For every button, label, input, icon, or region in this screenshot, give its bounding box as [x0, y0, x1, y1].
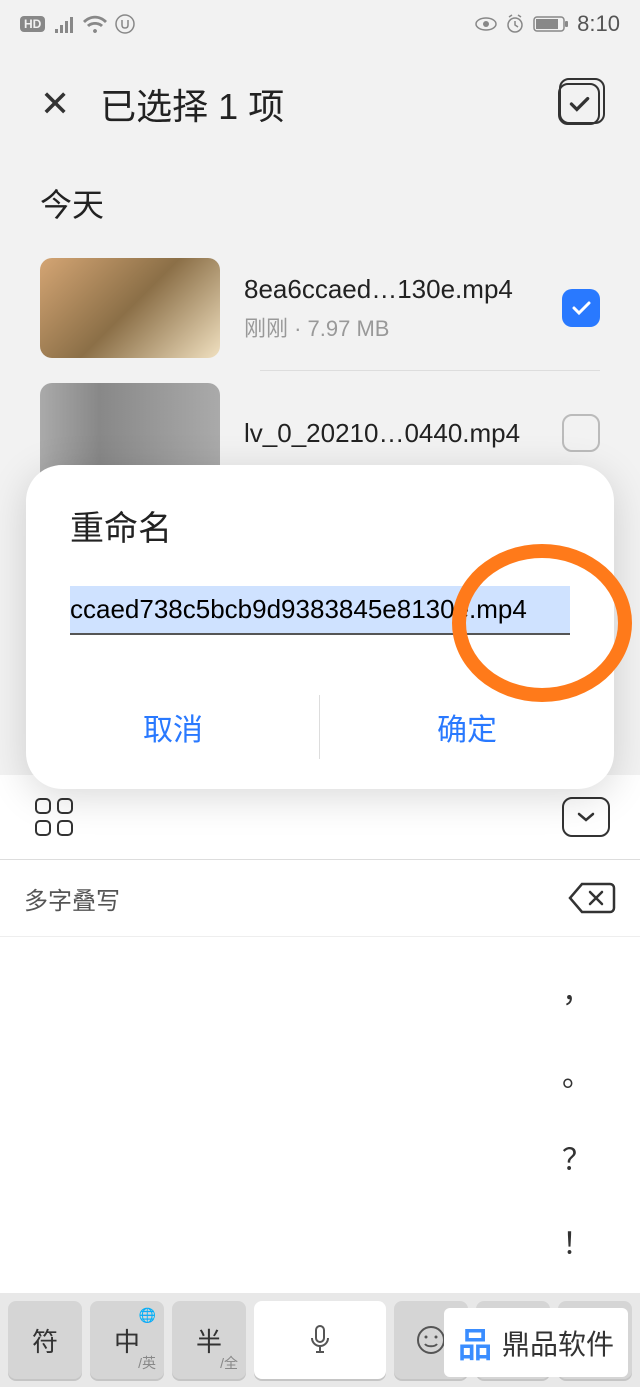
alarm-icon [505, 14, 525, 34]
select-all-button[interactable] [558, 83, 600, 125]
space-key[interactable] [254, 1301, 386, 1379]
smile-icon [416, 1325, 446, 1355]
close-icon[interactable]: ✕ [40, 83, 70, 125]
file-name: lv_0_20210…0440.mp4 [244, 418, 538, 449]
dialog-title: 重命名 [26, 501, 614, 586]
halfwidth-key[interactable]: 半/全 [172, 1301, 246, 1379]
cancel-button[interactable]: 取消 [26, 685, 320, 769]
symbol-key[interactable]: ？ [562, 1135, 592, 1179]
header-title: 已选择 1 项 [100, 78, 284, 130]
status-bar: HD 8:10 [0, 0, 640, 48]
keyboard-collapse-icon[interactable] [562, 797, 610, 837]
watermark-text: 鼎品软件 [502, 1323, 614, 1363]
signal-icon [53, 15, 75, 33]
rename-input[interactable] [70, 586, 570, 635]
watermark: 品 鼎品软件 [444, 1308, 628, 1377]
symbol-key[interactable]: 。 [562, 1051, 592, 1095]
file-row[interactable]: 8ea6ccaed…130e.mp4 刚刚 · 7.97 MB [0, 246, 640, 370]
keyboard: 多字叠写 ， 。 ？ ！ 符 🌐中/英 半/全 123 换行 [0, 775, 640, 1387]
wifi-icon [83, 15, 107, 33]
symbol-mode-key[interactable]: 符 [8, 1301, 82, 1379]
hd-indicator: HD [20, 16, 45, 32]
hand-icon [115, 14, 135, 34]
confirm-button[interactable]: 确定 [320, 685, 614, 769]
file-name: 8ea6ccaed…130e.mp4 [244, 274, 538, 305]
video-thumbnail [40, 258, 220, 358]
file-checkbox[interactable] [562, 414, 600, 452]
backspace-icon[interactable] [568, 880, 616, 916]
mic-icon [306, 1322, 334, 1358]
status-time: 8:10 [577, 11, 620, 37]
selection-header: ✕ 已选择 1 项 [0, 48, 640, 150]
section-today: 今天 [0, 150, 640, 246]
symbol-key[interactable]: ， [562, 967, 592, 1011]
rename-dialog: 重命名 取消 确定 [26, 465, 614, 789]
symbol-column: ， 。 ？ ！ [0, 937, 640, 1293]
battery-icon [533, 15, 569, 33]
file-meta: 刚刚 · 7.97 MB [244, 311, 538, 343]
eye-icon [475, 16, 497, 32]
watermark-icon: 品 [458, 1318, 492, 1367]
suggestion-bar: 多字叠写 [0, 860, 640, 937]
language-key[interactable]: 🌐中/英 [90, 1301, 164, 1379]
file-checkbox[interactable] [562, 289, 600, 327]
symbol-key[interactable]: ！ [562, 1219, 592, 1263]
suggestion-text: 多字叠写 [24, 881, 120, 916]
keyboard-menu-icon[interactable] [30, 793, 78, 841]
